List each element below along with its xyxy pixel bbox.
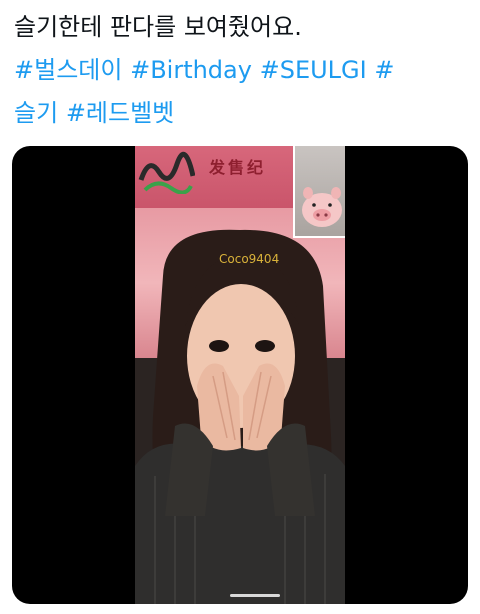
home-indicator: [230, 594, 280, 597]
tweet-media-card[interactable]: 发售纪 Coco9404: [12, 146, 468, 604]
tweet-line-2: #벌스데이 #Birthday #SEULGI #: [14, 49, 470, 92]
tweet-sentence: 슬기한테 판다를 보여줬어요.: [14, 13, 302, 41]
video-username: Coco9404: [219, 252, 280, 266]
hashtag-redvelvet[interactable]: #레드벨벳: [66, 99, 174, 127]
shop-sign-text: 发售纪: [209, 158, 267, 177]
hashtag-seulgi-kr-end[interactable]: 슬기: [14, 99, 58, 127]
sign-graffiti-icon: [138, 151, 195, 194]
tweet-line-1: 슬기한테 판다를 보여줬어요.: [14, 6, 470, 49]
picture-in-picture-view[interactable]: [293, 146, 345, 238]
hashtag-seulgi[interactable]: #SEULGI: [260, 56, 367, 84]
pig-plush-icon: [302, 187, 342, 227]
hashtag-seulgi-kr-start[interactable]: #: [374, 56, 394, 84]
hashtag-birthday-kr[interactable]: #벌스데이: [14, 56, 122, 84]
tweet-line-3: 슬기 #레드벨벳: [14, 92, 470, 135]
tweet-text: 슬기한테 판다를 보여줬어요. #벌스데이 #Birthday #SEULGI …: [14, 6, 470, 135]
video-call-frame[interactable]: 发售纪 Coco9404: [135, 146, 345, 604]
hashtag-birthday[interactable]: #Birthday: [130, 56, 252, 84]
person-covering-mouth: [135, 229, 345, 604]
